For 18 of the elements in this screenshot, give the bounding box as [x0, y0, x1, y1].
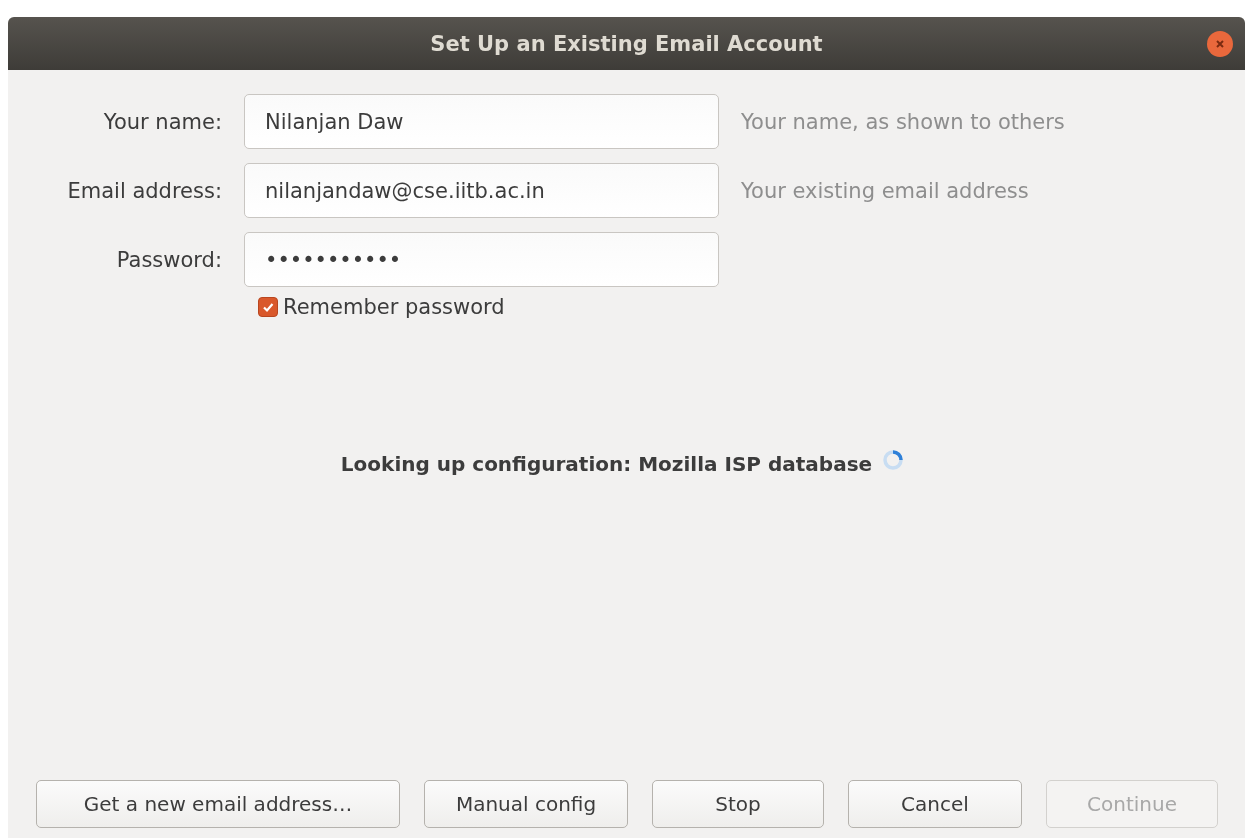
field-label: Your name: — [102, 109, 222, 134]
dialog-button[interactable]: Stop — [652, 780, 824, 828]
dialog-button[interactable]: Cancel — [848, 780, 1022, 828]
checkbox-label[interactable]: Remember password — [283, 295, 505, 319]
field-label: Email address: — [66, 178, 222, 203]
field-label: Password: — [115, 247, 222, 272]
status-text: Looking up configuration: Mozilla ISP database — [340, 452, 873, 476]
dialog-button[interactable]: Manual config — [424, 780, 628, 828]
check-icon — [261, 300, 275, 314]
close-button[interactable] — [1207, 31, 1233, 57]
checkbox[interactable] — [258, 297, 278, 317]
input-field[interactable]: Nilanjan Daw — [244, 94, 719, 149]
field-hint: Your name, as shown to others — [741, 109, 1066, 134]
window-title: Set Up an Existing Email Account — [430, 31, 823, 56]
input-field[interactable]: nilanjandaw@cse.iitb.ac.in — [244, 163, 719, 218]
input-field[interactable]: ••••••••••• — [244, 232, 719, 287]
dialog-button[interactable]: Get a new email address… — [36, 780, 400, 828]
field-hint: Your existing email address — [741, 178, 1030, 203]
